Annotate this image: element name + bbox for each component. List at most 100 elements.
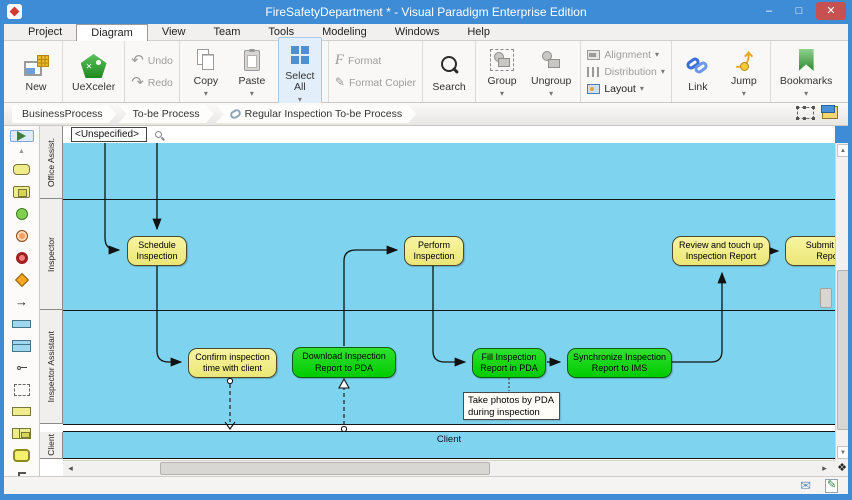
- bookmarks-button[interactable]: Bookmarks: [777, 43, 836, 100]
- format-button[interactable]: FFormat: [335, 53, 416, 68]
- sequence-flow-icon: →: [15, 296, 28, 308]
- horizontal-pool-tool[interactable]: [9, 315, 35, 332]
- expanded-subprocess-tool[interactable]: [9, 447, 35, 464]
- close-button[interactable]: ✕: [816, 2, 846, 20]
- menu-diagram[interactable]: Diagram: [76, 24, 148, 41]
- task-perform-inspection[interactable]: Perform Inspection: [404, 236, 464, 266]
- scroll-left-button[interactable]: ◂: [64, 462, 77, 475]
- gateway-tool[interactable]: [9, 271, 35, 288]
- breadcrumb-tobe-process[interactable]: To-be Process: [119, 105, 214, 123]
- lane-header-column: Office Assist. Inspector Inspector Assis…: [40, 126, 63, 476]
- horizontal-scrollbar[interactable]: ◂ ▸: [63, 460, 835, 476]
- search-button[interactable]: Search: [429, 49, 469, 94]
- start-event-icon: [16, 208, 28, 220]
- menu-bar: Project Diagram View Team Tools Modeling…: [4, 24, 848, 41]
- link-flow-icon: [17, 366, 27, 370]
- distribution-button[interactable]: Distribution: [587, 65, 665, 78]
- bookmarks-icon: [799, 49, 814, 71]
- jump-icon: [736, 48, 752, 72]
- chevron-down-icon: [500, 87, 504, 99]
- menu-team[interactable]: Team: [199, 24, 254, 40]
- lane-icon: [12, 407, 31, 416]
- task-review-inspection-report[interactable]: Review and touch up Inspection Report: [672, 236, 770, 266]
- task-synchronize-inspection-report[interactable]: Synchronize Inspection Report to IMS: [567, 348, 672, 378]
- lane-set-tool[interactable]: [9, 425, 35, 442]
- cursor-icon: [17, 131, 26, 141]
- breadcrumb-business-process[interactable]: BusinessProcess: [12, 105, 117, 123]
- diagram-window-icon[interactable]: [822, 106, 838, 119]
- sequence-flow-tool[interactable]: →: [9, 293, 35, 310]
- format-copier-button[interactable]: ✎Format Copier: [335, 75, 416, 90]
- minimize-button[interactable]: –: [756, 2, 782, 20]
- group-button[interactable]: Group: [482, 43, 522, 100]
- scroll-right-button[interactable]: ▸: [818, 462, 831, 475]
- task-download-inspection-report[interactable]: Download Inspection Report to PDA: [292, 347, 396, 378]
- ungroup-button[interactable]: Ungroup: [528, 43, 574, 100]
- edit-log-icon[interactable]: [825, 479, 838, 493]
- new-icon: [24, 56, 48, 76]
- link-button[interactable]: Link: [678, 49, 718, 94]
- chevron-down-icon: [549, 87, 553, 99]
- menu-view[interactable]: View: [148, 24, 200, 40]
- group-icon: [490, 49, 514, 71]
- new-button[interactable]: New: [16, 49, 56, 94]
- lane-tool[interactable]: [9, 403, 35, 420]
- chevron-down-icon: [640, 82, 644, 95]
- end-event-tool[interactable]: [9, 249, 35, 266]
- jump-button[interactable]: Jump: [724, 43, 764, 100]
- paste-button[interactable]: Paste: [232, 43, 272, 100]
- subprocess-tool[interactable]: [9, 183, 35, 200]
- note-take-photos[interactable]: Take photos by PDA during inspection: [463, 392, 560, 420]
- chevron-down-icon: [204, 87, 208, 99]
- link-icon: [686, 56, 710, 76]
- group-shape-icon: [14, 384, 30, 396]
- select-all-icon: [291, 46, 309, 64]
- flow-connectors: [63, 126, 835, 460]
- lane-header-client[interactable]: Client: [40, 432, 63, 459]
- link-flow-tool[interactable]: [9, 359, 35, 376]
- horizontal-pool-icon: [12, 320, 31, 328]
- lane-header-office-assist[interactable]: Office Assist.: [40, 126, 63, 199]
- task-fill-inspection-report[interactable]: Fill Inspection Report in PDA: [472, 348, 546, 378]
- maximize-button[interactable]: □: [786, 2, 812, 20]
- palette-scroll-up[interactable]: ▲: [9, 147, 35, 156]
- alignment-button[interactable]: Alignment: [587, 48, 665, 61]
- lane-header-inspector-assistant[interactable]: Inspector Assistant: [40, 310, 63, 424]
- copy-button[interactable]: Copy: [186, 43, 226, 100]
- horizontal-scroll-thumb[interactable]: [160, 462, 490, 475]
- expanded-subprocess-icon: [13, 449, 30, 462]
- title-bar: FireSafetyDepartment * - Visual Paradigm…: [0, 0, 852, 24]
- cursor-tool[interactable]: [10, 130, 34, 142]
- group-shape-tool[interactable]: [9, 381, 35, 398]
- intermediate-event-tool[interactable]: [9, 227, 35, 244]
- layout-icon: [587, 84, 600, 94]
- pool-with-lane-tool[interactable]: [9, 337, 35, 354]
- undo-button[interactable]: ↶Undo: [131, 53, 173, 68]
- vertical-scrollbar[interactable]: ▲ ▼: [835, 143, 849, 460]
- uexceler-button[interactable]: UeXceler: [69, 49, 118, 94]
- redo-button[interactable]: ↷Redo: [131, 75, 173, 90]
- menu-project[interactable]: Project: [14, 24, 76, 40]
- task-icon: [13, 164, 30, 175]
- task-confirm-inspection-time[interactable]: Confirm inspection time with client: [188, 348, 277, 378]
- fit-selection-icon[interactable]: [797, 107, 814, 119]
- pan-tool-button[interactable]: ❖: [835, 460, 849, 476]
- select-all-button[interactable]: Select All: [278, 37, 322, 107]
- messages-icon[interactable]: ✉: [800, 478, 811, 494]
- start-event-tool[interactable]: [9, 205, 35, 222]
- window-frame: [0, 24, 4, 500]
- task-submit-inspection-report[interactable]: Submit Ins Repo: [785, 236, 835, 266]
- panel-grip[interactable]: [820, 288, 832, 308]
- chevron-down-icon: [742, 87, 746, 99]
- layout-button[interactable]: Layout: [587, 82, 665, 95]
- chevron-down-icon: [804, 87, 808, 99]
- diagram-canvas[interactable]: <Unspecified> Client: [63, 126, 835, 460]
- menu-help[interactable]: Help: [453, 24, 504, 40]
- breadcrumb-regular-inspection[interactable]: Regular Inspection To-be Process: [216, 105, 416, 123]
- task-tool[interactable]: [9, 161, 35, 178]
- format-icon: F: [335, 53, 344, 68]
- ungroup-icon: [539, 49, 563, 71]
- lane-header-inspector[interactable]: Inspector: [40, 199, 63, 310]
- task-schedule-inspection[interactable]: Schedule Inspection: [127, 236, 187, 266]
- menu-windows[interactable]: Windows: [381, 24, 454, 40]
